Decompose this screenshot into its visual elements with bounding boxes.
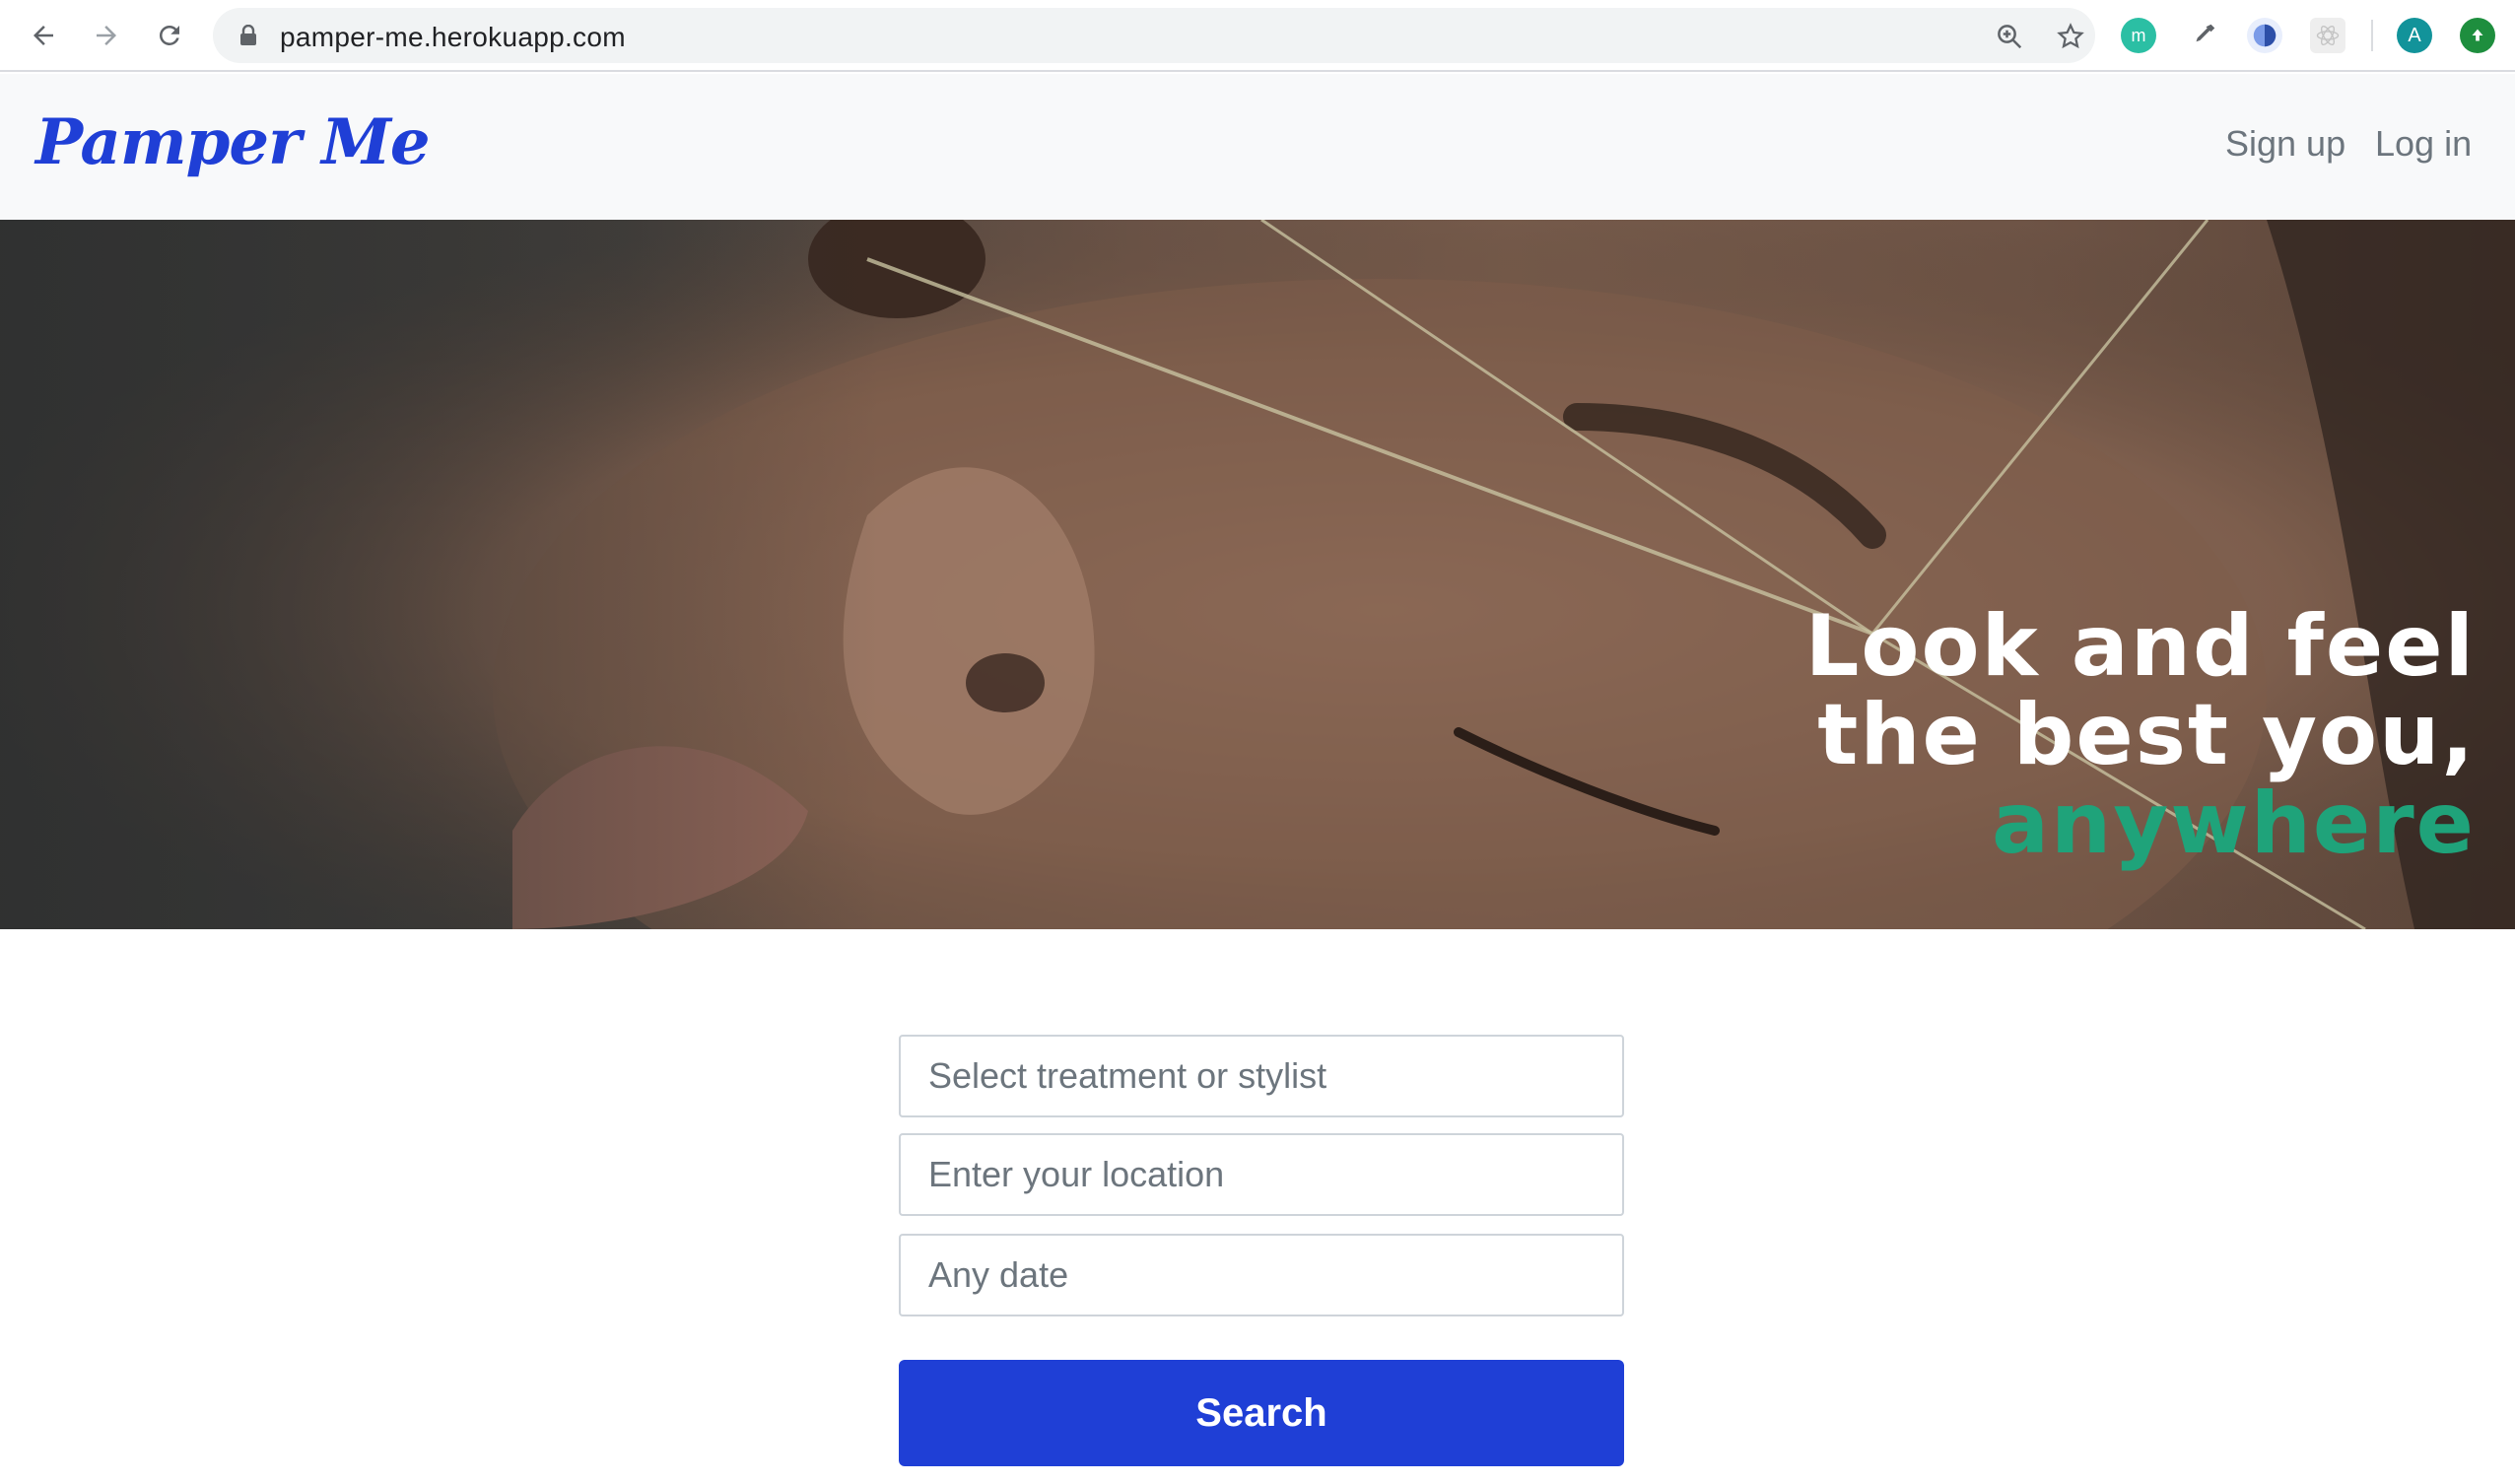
hero-line-1: Look and feel [1804, 597, 2476, 696]
extension-half-circle-icon[interactable] [2247, 18, 2282, 53]
login-link[interactable]: Log in [2375, 123, 2472, 165]
extension-react-icon[interactable] [2310, 18, 2345, 53]
search-button[interactable]: Search [899, 1360, 1624, 1466]
reload-icon [159, 25, 179, 45]
update-icon[interactable] [2460, 18, 2495, 53]
hero-banner: Look and feel the best you, anywhere [0, 220, 2515, 929]
signup-link[interactable]: Sign up [2225, 123, 2345, 165]
lock-icon [240, 25, 256, 45]
forward-button[interactable] [85, 14, 128, 57]
site-navbar: Pamper Me Sign up Log in [0, 74, 2515, 220]
brand-logo[interactable]: Pamper Me [35, 105, 431, 179]
date-input[interactable] [899, 1234, 1624, 1316]
arrow-right-icon [97, 26, 116, 45]
back-button[interactable] [22, 14, 65, 57]
hero-tagline: Look and feel the best you, anywhere [1805, 602, 2476, 868]
reload-button[interactable] [148, 14, 191, 57]
url-text: pamper-me.herokuapp.com [280, 22, 626, 52]
zoom-icon[interactable] [1995, 22, 2024, 51]
eyedropper-extension-icon[interactable] [2186, 18, 2221, 53]
browser-toolbar: pamper-me.herokuapp.com m A [0, 0, 2515, 72]
profile-initial: A [2408, 24, 2421, 46]
toolbar-separator [2371, 20, 2373, 51]
arrow-left-icon [34, 26, 53, 45]
hero-line-accent: anywhere [1991, 775, 2476, 873]
profile-avatar[interactable]: A [2397, 18, 2432, 53]
location-input[interactable] [899, 1133, 1624, 1216]
extension-m-icon[interactable]: m [2121, 18, 2156, 53]
address-bar[interactable]: pamper-me.herokuapp.com [213, 8, 2095, 63]
bookmark-star-icon[interactable] [2056, 22, 2085, 51]
treatment-input[interactable] [899, 1035, 1624, 1117]
hero-line-2: the best you, [1817, 686, 2476, 784]
